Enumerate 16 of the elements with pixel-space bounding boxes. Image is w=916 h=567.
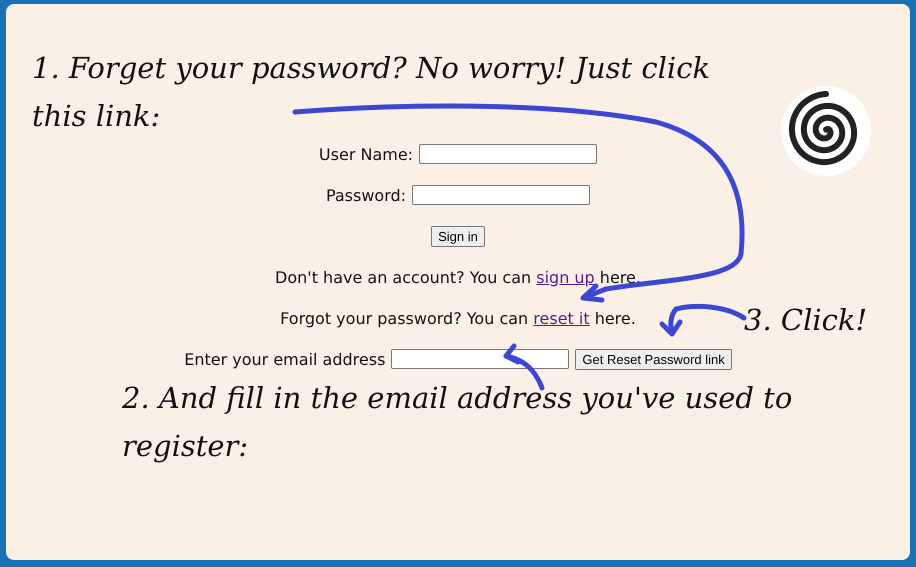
email-label: Enter your email address bbox=[184, 350, 386, 368]
reset-link[interactable]: reset it bbox=[533, 308, 590, 328]
spiral-logo-icon bbox=[781, 86, 871, 176]
annotation-text: 2. And fill in the email address you've used to register: bbox=[122, 380, 794, 465]
annotation-text: 1. Forget your password? No worry! Just click this link: bbox=[32, 50, 712, 135]
reset-text: Forgot your password? You can reset it here. bbox=[280, 308, 636, 328]
reset-link-button[interactable]: Get Reset Password link bbox=[575, 348, 732, 370]
input-field[interactable] bbox=[412, 185, 590, 205]
signup-text: Don't have an account? You can sign up here. bbox=[275, 268, 641, 286]
annotation-text: 3. Click! bbox=[744, 302, 868, 339]
email-field[interactable] bbox=[391, 349, 570, 369]
field-label: Password: bbox=[326, 186, 406, 204]
sign-in-button[interactable]: Sign in bbox=[431, 226, 485, 246]
sign-up-link[interactable]: sign up bbox=[536, 268, 595, 286]
field-label: User Name: bbox=[318, 144, 414, 164]
input-field[interactable] bbox=[419, 144, 598, 164]
